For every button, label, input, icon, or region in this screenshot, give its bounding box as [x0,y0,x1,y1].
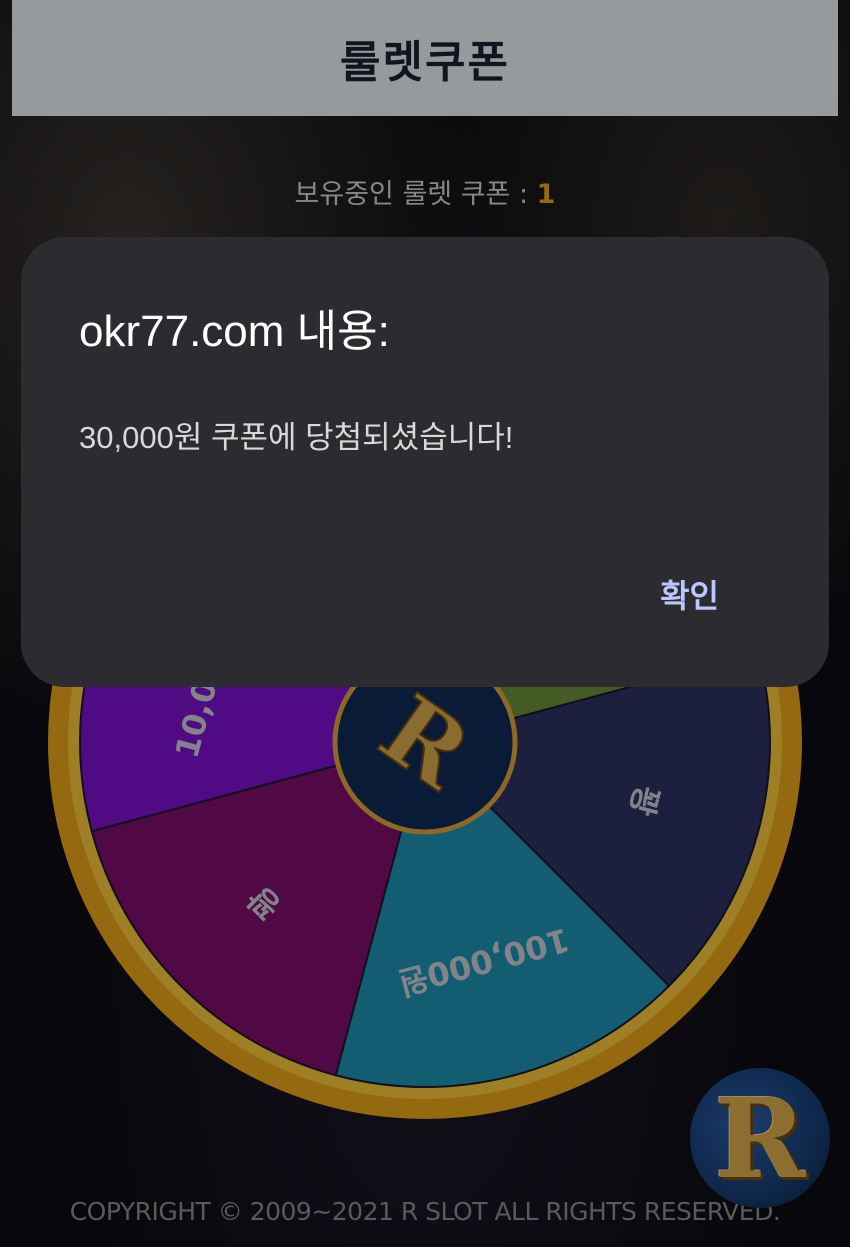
ok-button[interactable]: 확인 [660,571,719,617]
alert-dialog: okr77.com 내용: 30,000원 쿠폰에 당첨되셨습니다! 확인 [21,237,829,687]
dialog-message: 30,000원 쿠폰에 당첨되셨습니다! [79,420,514,455]
dialog-title: okr77.com 내용: [79,307,390,356]
